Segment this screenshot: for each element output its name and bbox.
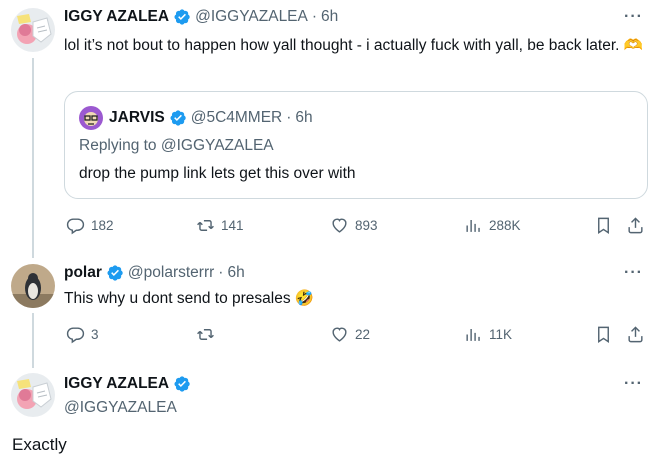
views-icon [466,219,480,232]
retweet-icon [197,220,214,231]
tweet-2-text: This why u dont send to presales 🤣 [64,288,314,310]
replying-to-prefix: Replying to [79,137,157,154]
like-count: 893 [355,218,378,233]
share-icon [628,217,643,234]
tweet-1[interactable]: IGGY AZALEA @IGGYAZALEA · 6h ··· lol it’… [0,0,661,258]
reply-count: 182 [91,218,114,233]
bookmark-button[interactable] [594,216,613,235]
like-count: 22 [355,327,371,342]
retweet-count: 141 [221,218,244,233]
verified-badge-icon [107,265,123,281]
thread-line [32,313,34,368]
share-icon [628,326,643,343]
bookmark-button[interactable] [594,325,613,344]
quote-header: JARVIS @5C4MMER · 6h [79,106,313,130]
views-icon [466,328,480,341]
laughing-emoji: 🤣 [294,290,315,307]
verified-badge-icon [174,376,190,392]
views-button[interactable]: 288K [464,216,521,235]
avatar-iggy[interactable] [11,373,55,417]
tweet-1-header: IGGY AZALEA @IGGYAZALEA · 6h [64,8,338,26]
separator: · [286,109,292,126]
thread-line [32,58,34,258]
tweet-1-text: lol it’s not bout to happen how yall tho… [64,35,644,57]
author-handle[interactable]: @IGGYAZALEA [195,8,308,26]
bookmark-icon [598,326,609,343]
verified-badge-icon [170,110,186,126]
retweet-button[interactable] [196,325,221,344]
views-count: 11K [489,327,513,342]
avatar-jarvis [79,106,103,130]
views-button[interactable]: 11K [464,325,512,344]
quote-author-handle: @5C4MMER [190,109,283,126]
quote-author-name: JARVIS [109,109,165,126]
quote-timestamp: 6h [295,109,313,126]
verified-badge-icon [174,9,190,25]
share-button[interactable] [626,216,645,235]
bookmark-icon [598,217,609,234]
heart-hands-emoji: 🫶 [623,37,644,54]
retweet-icon [197,329,214,340]
replying-to: Replying to @IGGYAZALEA [79,137,274,155]
tweet-text: This why u dont send to presales [64,290,291,307]
reply-icon [66,218,85,235]
avatar-iggy[interactable] [11,8,55,52]
author-handle[interactable]: @polarsterrr [128,264,214,282]
author-name[interactable]: polar [64,264,102,282]
retweet-button[interactable]: 141 [196,216,244,235]
tweet-3-name-row: IGGY AZALEA [64,375,195,393]
like-button[interactable]: 22 [330,325,370,344]
more-options-button[interactable]: ··· [624,264,643,282]
heart-icon [332,218,347,233]
author-handle[interactable]: @IGGYAZALEA [64,399,177,417]
replying-to-handle[interactable]: @IGGYAZALEA [161,137,274,154]
more-options-button[interactable]: ··· [624,8,643,26]
quote-text: drop the pump link lets get this over wi… [79,165,356,182]
share-button[interactable] [626,325,645,344]
tweet-2[interactable]: polar @polarsterrr · 6h ··· This why u d… [0,255,661,368]
quoted-tweet[interactable]: JARVIS @5C4MMER · 6h Replying to @IGGYAZ… [64,91,648,199]
tweet-3-main: IGGY AZALEA @IGGYAZALEA ··· Exactly [0,365,661,466]
heart-icon [332,327,347,342]
reply-icon [66,327,85,344]
tweet-2-header: polar @polarsterrr · 6h [64,264,245,282]
separator: · [218,264,224,281]
separator: · [311,8,318,25]
reply-button[interactable]: 3 [66,325,99,344]
more-options-button[interactable]: ··· [624,375,643,393]
tweet-text: lol it’s not bout to happen how yall tho… [64,37,620,54]
author-name[interactable]: IGGY AZALEA [64,8,169,26]
like-button[interactable]: 893 [330,216,378,235]
reply-count: 3 [91,327,99,342]
timestamp[interactable]: 6h [321,8,338,26]
author-name[interactable]: IGGY AZALEA [64,375,169,393]
tweet-3-text: Exactly [12,435,67,454]
reply-button[interactable]: 182 [66,216,114,235]
views-count: 288K [489,218,521,233]
timestamp[interactable]: 6h [227,264,244,282]
avatar-polar[interactable] [11,264,55,308]
